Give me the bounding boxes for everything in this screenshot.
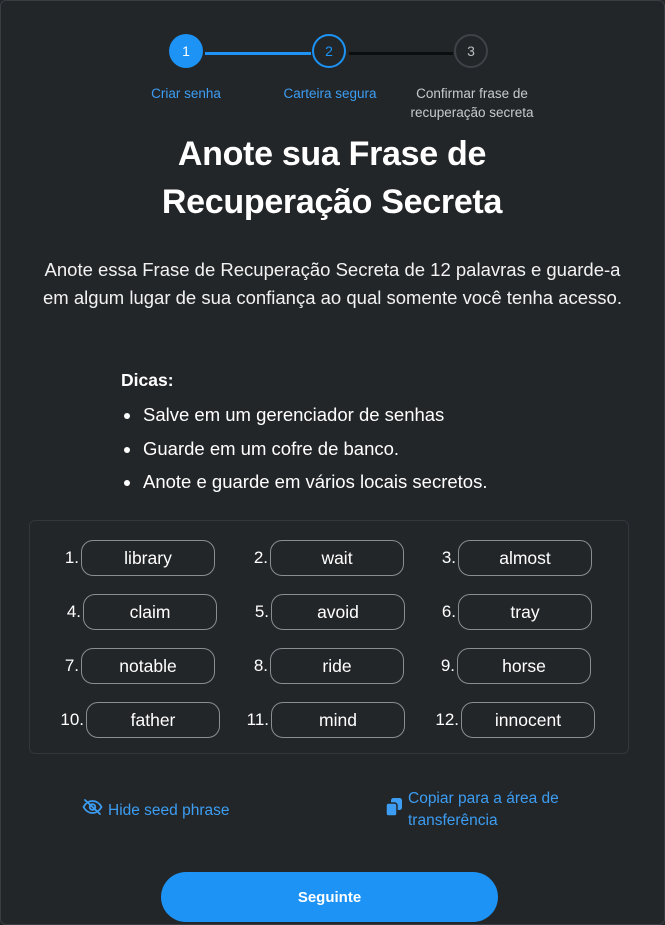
tip-item: Guarde em um cofre de banco.	[122, 432, 487, 466]
seed-word-chip: innocent	[461, 702, 595, 738]
step-connector-completed	[205, 52, 311, 55]
seed-word-chip: avoid	[271, 594, 405, 630]
seed-word-1: 1. library	[65, 540, 215, 576]
step-3-label: Confirmar frase de recuperação secreta	[410, 86, 534, 120]
seed-word-chip: wait	[270, 540, 404, 576]
seed-word-7: 7. notable	[65, 648, 215, 684]
seed-word-index: 7.	[64, 656, 79, 675]
page-title: Anote sua Frase de Recuperação Secreta	[161, 135, 503, 221]
seed-word-index: 3.	[441, 548, 456, 567]
seed-word-index: 9.	[440, 656, 455, 675]
copy-to-clipboard-link[interactable]: Copiar para a área de transferência	[385, 788, 598, 832]
seed-word-12: 12. innocent	[435, 702, 595, 738]
seed-word-chip: library	[81, 540, 215, 576]
seed-word-chip: ride	[270, 648, 404, 684]
seed-word-5: 5. avoid	[255, 594, 405, 630]
seed-word-chip: claim	[83, 594, 217, 630]
step-1-label: Criar senha	[151, 86, 221, 101]
step-2-label: Carteira segura	[283, 86, 377, 101]
seed-word-index: 8.	[253, 656, 268, 675]
next-button[interactable]: Seguinte	[161, 872, 498, 922]
seed-word-index: 12.	[435, 710, 459, 729]
seed-word-4: 4. claim	[67, 594, 217, 630]
tips-list: Salve em um gerenciador de senhas Guarde…	[122, 398, 487, 499]
seed-word-chip: almost	[458, 540, 592, 576]
seed-phrase-grid: 1. library 2. wait 3. almost 4. claim 5.…	[29, 520, 629, 754]
seed-word-chip: tray	[458, 594, 592, 630]
seed-word-index: 5.	[254, 602, 269, 621]
eye-slash-icon	[82, 799, 103, 822]
seed-word-chip: horse	[457, 648, 591, 684]
hide-seed-phrase-link[interactable]: Hide seed phrase	[82, 799, 230, 822]
seed-word-chip: father	[86, 702, 220, 738]
step-connector-pending	[349, 52, 453, 55]
progress-stepper: 1 2 3 Criar senha Carteira segura Confir…	[0, 0, 665, 130]
seed-word-index: 11.	[246, 710, 269, 729]
seed-word-8: 8. ride	[254, 648, 404, 684]
seed-word-chip: mind	[271, 702, 405, 738]
tips-heading: Dicas:	[121, 370, 174, 390]
copy-icon	[385, 797, 403, 832]
tip-item: Anote e guarde em vários locais secretos…	[122, 465, 487, 499]
seed-word-index: 2.	[253, 548, 268, 567]
seed-word-chip: notable	[81, 648, 215, 684]
step-2-circle: 2	[312, 34, 346, 68]
seed-word-2: 2. wait	[254, 540, 404, 576]
seed-word-index: 6.	[441, 602, 456, 621]
seed-word-index: 4.	[66, 602, 81, 621]
seed-word-3: 3. almost	[442, 540, 592, 576]
tip-item: Salve em um gerenciador de senhas	[122, 398, 487, 432]
seed-word-index: 10.	[60, 710, 84, 729]
step-1-circle: 1	[169, 34, 203, 68]
copy-to-clipboard-label: Copiar para a área de transferência	[408, 790, 559, 829]
seed-word-9: 9. horse	[441, 648, 591, 684]
seed-word-index: 1.	[64, 548, 79, 567]
seed-word-10: 10. father	[60, 702, 220, 738]
step-3-circle: 3	[454, 34, 488, 68]
intro-text: Anote essa Frase de Recuperação Secreta …	[42, 259, 622, 308]
hide-seed-phrase-label: Hide seed phrase	[108, 801, 230, 819]
seed-word-6: 6. tray	[442, 594, 592, 630]
seed-word-11: 11. mind	[247, 702, 405, 738]
